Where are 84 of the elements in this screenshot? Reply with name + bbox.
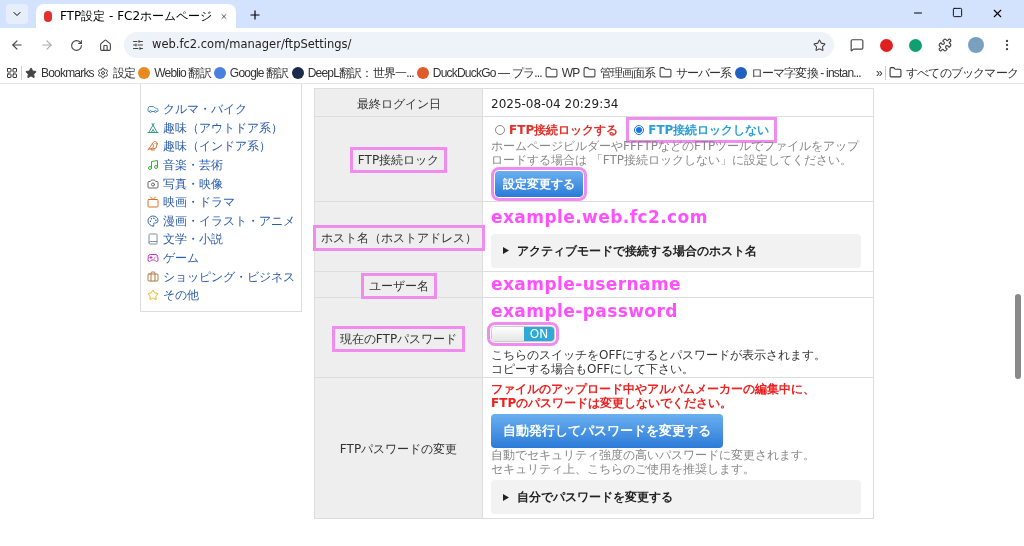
star-icon: [25, 66, 37, 79]
folder-icon: [582, 66, 596, 79]
category-icon: [147, 252, 159, 265]
url-text: web.fc2.com/manager/ftpSettings/: [152, 36, 353, 54]
close-icon[interactable]: [991, 7, 1004, 20]
chat-icon[interactable]: [850, 38, 864, 52]
category-link[interactable]: クルマ・バイク: [147, 100, 301, 119]
row-label: 最終ログイン日: [355, 95, 442, 113]
host-name: example.web.fc2.com: [491, 206, 708, 227]
warning-text: ファイルのアップロード中やアルバムメーカーの編集中に、: [491, 382, 816, 396]
folder-icon: [544, 66, 558, 79]
site-icon: [213, 66, 226, 79]
extensions-icon[interactable]: [938, 38, 952, 52]
bookmark[interactable]: Bookmarks: [25, 63, 94, 82]
category-icon: [147, 289, 159, 302]
tab-search-button[interactable]: [6, 4, 28, 24]
site-settings-icon[interactable]: [132, 39, 144, 51]
row-label: FTPパスワードの変更: [338, 441, 459, 458]
all-bookmarks[interactable]: すべてのブックマーク: [889, 63, 1018, 82]
site-icon: [416, 66, 429, 79]
new-tab-icon[interactable]: [248, 8, 262, 22]
help-text: セキュリティ上、こちらのご使用を推奨します。: [491, 462, 756, 476]
triangle-icon: [503, 493, 509, 501]
folder-icon: [889, 66, 902, 79]
apps-icon[interactable]: [6, 66, 18, 79]
category-link[interactable]: 写真・映像: [147, 174, 301, 193]
bookmark[interactable]: Google 翻訳: [213, 63, 289, 82]
category-link[interactable]: 文学・小説: [147, 230, 301, 249]
category-icon: [147, 233, 159, 246]
bookmark[interactable]: 設定: [96, 63, 136, 82]
bookmark[interactable]: サーバー系: [658, 63, 732, 82]
category-link[interactable]: 映画・ドラマ: [147, 192, 301, 212]
category-icon: [147, 270, 159, 283]
site-icon: [138, 66, 151, 79]
category-link[interactable]: 漫画・イラスト・アニメ: [147, 211, 301, 231]
category-link[interactable]: 趣味（アウトドア系）: [147, 118, 301, 138]
category-icon: [147, 159, 159, 172]
help-text: こちらのスイッチをOFFにするとパスワードが表示されます。: [491, 347, 828, 362]
category-link[interactable]: ゲーム: [147, 248, 301, 268]
category-link[interactable]: 音楽・芸術: [147, 155, 301, 175]
category-link[interactable]: ショッピング・ビジネス: [147, 267, 301, 286]
browser-tab[interactable]: FTP設定 - FC2ホームページ: [36, 4, 236, 28]
triangle-icon: [503, 247, 509, 254]
scrollbar[interactable]: [1015, 294, 1021, 379]
tab-title: FTP設定 - FC2ホームページ: [59, 8, 213, 25]
category-icon: [147, 196, 159, 209]
address-bar[interactable]: web.fc2.com/manager/ftpSettings/: [124, 32, 834, 58]
password-text: example-password: [491, 300, 678, 321]
more-bookmarks[interactable]: »: [876, 63, 882, 82]
user-name: example-username: [491, 273, 681, 294]
back-icon[interactable]: [10, 38, 24, 52]
reload-icon[interactable]: [70, 38, 83, 52]
help-text: ホームページビルダーやFFFTPなどのFTPツールでファイルをアップロードする場合は 「FTP接続ロックしない」に設定してください。: [491, 139, 861, 167]
site-icon: [44, 10, 52, 22]
category-link[interactable]: 趣味（インドア系）: [147, 137, 301, 156]
category-icon: [147, 103, 159, 116]
extension-icon[interactable]: [880, 38, 893, 52]
maximize-icon[interactable]: [952, 7, 963, 18]
bookmark[interactable]: DuckDuckGo — プラ...: [416, 63, 542, 82]
category-icon: [147, 177, 159, 190]
category-link[interactable]: その他: [147, 285, 301, 305]
help-text: コピーする場合もOFFにして下さい。: [491, 361, 696, 376]
help-text: 自動でセキュリティ強度の高いパスワードに変更されます。: [491, 448, 816, 462]
folder-icon: [658, 66, 672, 79]
profile-avatar[interactable]: [968, 37, 984, 53]
bookmark[interactable]: 管理画面系: [582, 63, 656, 82]
site-icon: [734, 66, 747, 79]
bookmark[interactable]: ローマ字変換 - instan...: [734, 63, 861, 82]
bookmark[interactable]: Weblio 翻訳: [138, 63, 211, 82]
category-icon: [147, 121, 159, 134]
extension-icon[interactable]: [909, 38, 922, 52]
warning-text: FTPのパスワードは変更しないでください。: [491, 396, 734, 410]
gear-icon: [96, 66, 109, 79]
bookmark[interactable]: DeepL翻訳：世界一...: [291, 63, 414, 82]
expander[interactable]: アクティブモードで接続する場合のホスト名: [491, 233, 861, 268]
bookmark[interactable]: WP: [544, 63, 580, 82]
site-icon: [291, 66, 304, 79]
login-date: 2025-08-04 20:29:34: [491, 96, 619, 111]
home-icon[interactable]: [99, 38, 112, 52]
category-icon: [147, 140, 159, 153]
bookmark-star-icon[interactable]: [813, 38, 826, 52]
expander[interactable]: 自分でパスワードを変更する: [491, 480, 861, 514]
category-icon: [147, 214, 159, 227]
radio-option[interactable]: FTP接続ロックする: [491, 121, 623, 139]
